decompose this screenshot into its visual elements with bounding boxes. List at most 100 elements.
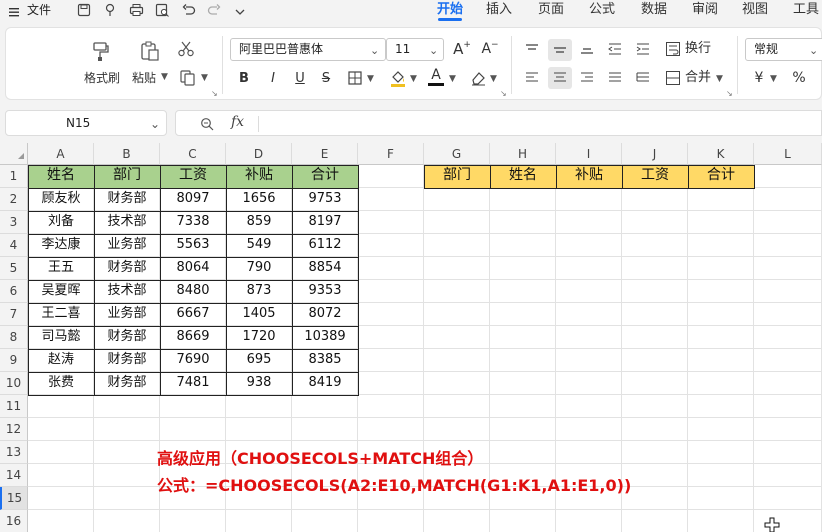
row-header-10[interactable]: 10	[0, 372, 28, 395]
italic-button[interactable]: I	[264, 68, 282, 88]
source-data-cell[interactable]: 7690	[160, 349, 226, 372]
sheet-grid[interactable]: ABCDEFGHIJKL 1 2 3 4 5 6 7 8 9 10 11 12 13 14 15 16 姓名部…	[0, 143, 822, 532]
increase-font-size-icon[interactable]: A +	[452, 39, 472, 59]
source-data-cell[interactable]: 赵涛	[28, 349, 94, 372]
column-header-D[interactable]: D	[226, 143, 292, 165]
copy-icon[interactable]	[178, 68, 198, 88]
source-data-cell[interactable]: 549	[226, 234, 292, 257]
save-icon[interactable]	[77, 2, 91, 21]
column-header-H[interactable]: H	[490, 143, 556, 165]
source-data-cell[interactable]: 财务部	[94, 257, 160, 280]
format-painter-icon[interactable]	[88, 38, 114, 64]
tab-insert[interactable]: 插入	[486, 0, 512, 20]
source-data-cell[interactable]: 业务部	[94, 303, 160, 326]
row-header-6[interactable]: 6	[0, 280, 28, 303]
tab-tools[interactable]: 工具	[793, 0, 819, 20]
column-header-A[interactable]: A	[28, 143, 94, 165]
source-data-cell[interactable]: 刘备	[28, 211, 94, 234]
source-data-cell[interactable]: 790	[226, 257, 292, 280]
font-family-dropdown-icon[interactable]: ⌄	[370, 44, 379, 57]
row-header-16[interactable]: 16	[0, 510, 28, 532]
source-header-cell[interactable]: 工资	[160, 165, 226, 188]
row-header-3[interactable]: 3	[0, 211, 28, 234]
redo-icon[interactable]	[207, 2, 221, 21]
source-data-cell[interactable]: 8064	[160, 257, 226, 280]
row-header-2[interactable]: 2	[0, 188, 28, 211]
undo-icon[interactable]	[182, 2, 196, 21]
column-header-K[interactable]: K	[688, 143, 754, 165]
source-data-cell[interactable]: 司马懿	[28, 326, 94, 349]
justify-icon[interactable]	[604, 68, 626, 88]
name-box[interactable]: N15 ⌄	[5, 110, 167, 136]
fx-function-icon[interactable]: fx	[231, 114, 244, 130]
source-data-cell[interactable]: 技术部	[94, 211, 160, 234]
row-header-14[interactable]: 14	[0, 464, 28, 487]
column-header-C[interactable]: C	[160, 143, 226, 165]
source-data-cell[interactable]: 8480	[160, 280, 226, 303]
row-header-11[interactable]: 11	[0, 395, 28, 418]
wrap-text-label[interactable]: 换行	[685, 42, 711, 56]
column-header-I[interactable]: I	[556, 143, 622, 165]
source-header-cell[interactable]: 补贴	[226, 165, 292, 188]
source-data-cell[interactable]: 李达康	[28, 234, 94, 257]
source-data-cell[interactable]: 859	[226, 211, 292, 234]
column-header-B[interactable]: B	[94, 143, 160, 165]
merge-cells-icon[interactable]	[663, 68, 683, 88]
copy-dropdown-icon[interactable]: ▼	[201, 73, 208, 83]
font-color-dropdown-icon[interactable]: ▼	[449, 74, 456, 84]
row-header-7[interactable]: 7	[0, 303, 28, 326]
source-data-cell[interactable]: 王五	[28, 257, 94, 280]
source-header-cell[interactable]: 姓名	[28, 165, 94, 188]
source-data-cell[interactable]: 财务部	[94, 349, 160, 372]
align-bottom-icon[interactable]	[576, 39, 598, 59]
source-data-cell[interactable]: 1656	[226, 188, 292, 211]
formula-bar[interactable]: fx	[175, 110, 822, 136]
source-data-cell[interactable]: 顾友秋	[28, 188, 94, 211]
source-data-cell[interactable]: 业务部	[94, 234, 160, 257]
target-header-cell[interactable]: 补贴	[556, 165, 622, 188]
source-data-cell[interactable]: 7338	[160, 211, 226, 234]
column-header-G[interactable]: G	[424, 143, 490, 165]
borders-icon[interactable]	[346, 69, 364, 87]
row-header-4[interactable]: 4	[0, 234, 28, 257]
merge-dropdown-icon[interactable]: ▼	[716, 74, 723, 84]
number-format-dropdown-icon[interactable]: ⌄	[809, 44, 818, 57]
file-menu[interactable]: 文件	[27, 1, 51, 19]
source-data-cell[interactable]: 吴夏晖	[28, 280, 94, 303]
row-header-9[interactable]: 9	[0, 349, 28, 372]
row-header-1[interactable]: 1	[0, 165, 28, 188]
clipboard-group-expand-icon[interactable]: ↘	[211, 89, 218, 98]
wrap-text-icon[interactable]	[663, 39, 683, 59]
source-data-cell[interactable]: 8072	[292, 303, 358, 326]
align-center-icon[interactable]	[548, 67, 572, 89]
align-middle-icon[interactable]	[548, 39, 572, 61]
format-painter-label[interactable]: 格式刷	[84, 71, 120, 85]
export-pdf-icon[interactable]	[104, 2, 118, 21]
source-data-cell[interactable]: 7481	[160, 372, 226, 395]
paste-dropdown-icon[interactable]: ▼	[161, 72, 168, 82]
clear-format-dropdown-icon[interactable]: ▼	[490, 74, 497, 84]
print-preview-icon[interactable]	[155, 2, 170, 21]
paste-icon[interactable]	[137, 38, 163, 64]
row-header-13[interactable]: 13	[0, 441, 28, 464]
source-data-cell[interactable]: 10389	[292, 326, 358, 349]
align-right-icon[interactable]	[576, 68, 598, 88]
source-data-cell[interactable]: 技术部	[94, 280, 160, 303]
fill-color-icon[interactable]	[388, 67, 408, 89]
quick-access-more-icon[interactable]	[234, 3, 246, 22]
currency-dropdown-icon[interactable]: ▼	[770, 74, 777, 84]
source-data-cell[interactable]: 873	[226, 280, 292, 303]
fill-color-dropdown-icon[interactable]: ▼	[410, 74, 417, 84]
percent-format-button[interactable]: %	[790, 68, 808, 88]
source-data-cell[interactable]: 1405	[226, 303, 292, 326]
source-data-cell[interactable]: 1720	[226, 326, 292, 349]
borders-dropdown-icon[interactable]: ▼	[367, 74, 374, 84]
tab-formula[interactable]: 公式	[589, 0, 615, 20]
column-header-E[interactable]: E	[292, 143, 358, 165]
row-header-8[interactable]: 8	[0, 326, 28, 349]
source-data-cell[interactable]: 5563	[160, 234, 226, 257]
source-data-cell[interactable]: 8097	[160, 188, 226, 211]
row-header-15[interactable]: 15	[0, 487, 28, 510]
source-data-cell[interactable]: 6667	[160, 303, 226, 326]
tab-start[interactable]: 开始	[437, 0, 463, 20]
